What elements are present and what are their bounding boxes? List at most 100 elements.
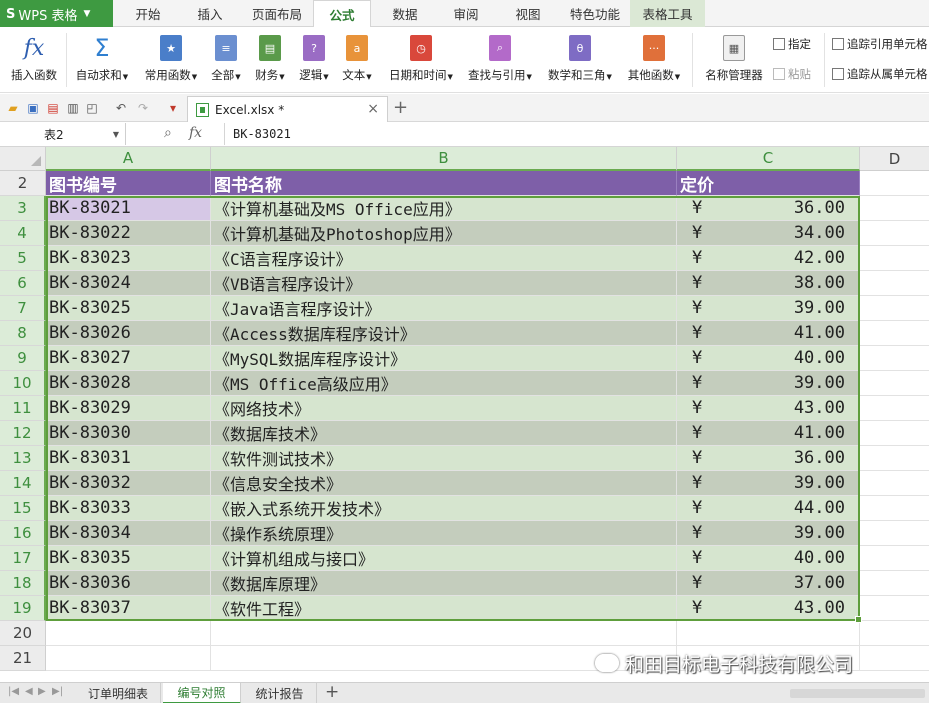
- cell-book-name[interactable]: 《嵌入式系统开发技术》: [211, 496, 677, 521]
- undo-icon[interactable]: ↶: [114, 101, 128, 115]
- column-header-c[interactable]: C: [677, 147, 860, 171]
- pdf-export-icon[interactable]: ▤: [46, 101, 60, 115]
- print-preview-icon[interactable]: ◰: [85, 101, 99, 115]
- redo-icon[interactable]: ↷: [136, 101, 150, 115]
- empty-cell[interactable]: [677, 621, 860, 646]
- formula-input[interactable]: BK-83021: [224, 123, 929, 145]
- other-functions-button[interactable]: ··· 其他函数▼: [622, 27, 686, 93]
- empty-cell-d[interactable]: [860, 271, 929, 296]
- next-sheet-icon[interactable]: ▶: [38, 686, 46, 697]
- empty-cell[interactable]: [211, 621, 677, 646]
- cell-book-name[interactable]: 《计算机基础及Photoshop应用》: [211, 221, 677, 246]
- tab-insert[interactable]: 插入: [185, 0, 235, 27]
- cell-price[interactable]: ¥43.00: [677, 396, 860, 421]
- cell-book-name[interactable]: 《操作系统原理》: [211, 521, 677, 546]
- cell-price[interactable]: ¥39.00: [677, 296, 860, 321]
- cell-book-name[interactable]: 《软件工程》: [211, 596, 677, 621]
- row-header[interactable]: 15: [0, 496, 46, 521]
- column-header-d[interactable]: D: [860, 147, 929, 171]
- trace-precedents-button[interactable]: 追踪引用单元格: [832, 36, 928, 52]
- cell-book-name[interactable]: 《计算机基础及MS Office应用》: [211, 196, 677, 221]
- cell-book-name[interactable]: 《数据库原理》: [211, 571, 677, 596]
- horizontal-scrollbar[interactable]: [790, 689, 925, 698]
- cell-price[interactable]: ¥36.00: [677, 446, 860, 471]
- sheet-tab-statistics-report[interactable]: 统计报告: [243, 683, 317, 703]
- open-folder-icon[interactable]: ▰: [6, 101, 20, 115]
- trace-dependents-button[interactable]: 追踪从属单元格: [832, 66, 928, 82]
- name-manager-button[interactable]: ▦ 名称管理器: [700, 27, 768, 93]
- empty-cell-d[interactable]: [860, 371, 929, 396]
- cell-book-name[interactable]: 《网络技术》: [211, 396, 677, 421]
- cell-price[interactable]: ¥43.00: [677, 596, 860, 621]
- cell-book-name[interactable]: 《MySQL数据库程序设计》: [211, 346, 677, 371]
- column-header-a[interactable]: A: [46, 147, 211, 171]
- cell-book-id[interactable]: BK-83025: [46, 296, 211, 321]
- cell-price[interactable]: ¥38.00: [677, 271, 860, 296]
- row-header[interactable]: 16: [0, 521, 46, 546]
- chevron-down-icon[interactable]: ▼: [113, 130, 119, 139]
- cell-book-id[interactable]: BK-83035: [46, 546, 211, 571]
- cell-book-id[interactable]: BK-83032: [46, 471, 211, 496]
- cell-price[interactable]: ¥39.00: [677, 371, 860, 396]
- header-cell-price[interactable]: 定价: [677, 171, 860, 196]
- cell-book-id[interactable]: BK-83021: [46, 196, 211, 221]
- cell-price[interactable]: ¥41.00: [677, 421, 860, 446]
- empty-cell-d[interactable]: [860, 471, 929, 496]
- cell-book-id[interactable]: BK-83033: [46, 496, 211, 521]
- empty-cell-d[interactable]: [860, 621, 929, 646]
- empty-cell-d[interactable]: [860, 346, 929, 371]
- cell-book-id[interactable]: BK-83024: [46, 271, 211, 296]
- empty-cell-d[interactable]: [860, 221, 929, 246]
- empty-cell-d[interactable]: [860, 296, 929, 321]
- row-header[interactable]: 18: [0, 571, 46, 596]
- row-header[interactable]: 6: [0, 271, 46, 296]
- app-menu-button[interactable]: S WPS 表格 ▼: [0, 0, 113, 28]
- tab-view[interactable]: 视图: [503, 0, 553, 27]
- row-header[interactable]: 11: [0, 396, 46, 421]
- common-functions-button[interactable]: ★ 常用函数▼: [138, 27, 204, 93]
- cell-book-id[interactable]: BK-83030: [46, 421, 211, 446]
- cell-book-id[interactable]: BK-83029: [46, 396, 211, 421]
- all-functions-button[interactable]: ≡ 全部▼: [206, 27, 246, 93]
- row-header[interactable]: 19: [0, 596, 46, 621]
- customize-toolbar-icon[interactable]: ▾: [166, 101, 180, 115]
- specify-button[interactable]: 指定: [773, 36, 811, 52]
- empty-cell-d[interactable]: [860, 421, 929, 446]
- empty-cell-d[interactable]: [860, 446, 929, 471]
- empty-cell-d[interactable]: [860, 546, 929, 571]
- first-sheet-icon[interactable]: |◀: [8, 686, 19, 697]
- select-all-corner[interactable]: [0, 147, 46, 171]
- print-icon[interactable]: ▥: [66, 101, 80, 115]
- add-sheet-icon[interactable]: +: [325, 682, 339, 702]
- empty-cell-d[interactable]: [860, 521, 929, 546]
- row-header[interactable]: 7: [0, 296, 46, 321]
- last-sheet-icon[interactable]: ▶|: [52, 686, 63, 697]
- sheet-tab-code-lookup[interactable]: 编号对照: [163, 683, 241, 703]
- cell-price[interactable]: ¥40.00: [677, 346, 860, 371]
- autosum-button[interactable]: Σ 自动求和▼: [70, 27, 134, 93]
- empty-cell-d[interactable]: [860, 171, 929, 196]
- cell-price[interactable]: ¥36.00: [677, 196, 860, 221]
- row-header[interactable]: 3: [0, 196, 46, 221]
- header-cell-book-name[interactable]: 图书名称: [211, 171, 677, 196]
- cell-book-name[interactable]: 《C语言程序设计》: [211, 246, 677, 271]
- fx-icon[interactable]: fx: [189, 125, 202, 141]
- tab-formulas[interactable]: 公式: [313, 0, 371, 28]
- cell-book-id[interactable]: BK-83027: [46, 346, 211, 371]
- cell-book-id[interactable]: BK-83034: [46, 521, 211, 546]
- tab-review[interactable]: 审阅: [441, 0, 491, 27]
- finance-functions-button[interactable]: ▤ 财务▼: [250, 27, 290, 93]
- cell-book-name[interactable]: 《计算机组成与接口》: [211, 546, 677, 571]
- cell-book-name[interactable]: 《Access数据库程序设计》: [211, 321, 677, 346]
- row-header[interactable]: 17: [0, 546, 46, 571]
- cell-price[interactable]: ¥40.00: [677, 546, 860, 571]
- row-header[interactable]: 14: [0, 471, 46, 496]
- empty-cell-d[interactable]: [860, 646, 929, 671]
- cell-price[interactable]: ¥37.00: [677, 571, 860, 596]
- paste-names-button[interactable]: 粘贴: [773, 66, 811, 82]
- row-header[interactable]: 5: [0, 246, 46, 271]
- empty-cell-d[interactable]: [860, 496, 929, 521]
- save-icon[interactable]: ▣: [26, 101, 40, 115]
- cell-book-id[interactable]: BK-83036: [46, 571, 211, 596]
- cell-book-id[interactable]: BK-83037: [46, 596, 211, 621]
